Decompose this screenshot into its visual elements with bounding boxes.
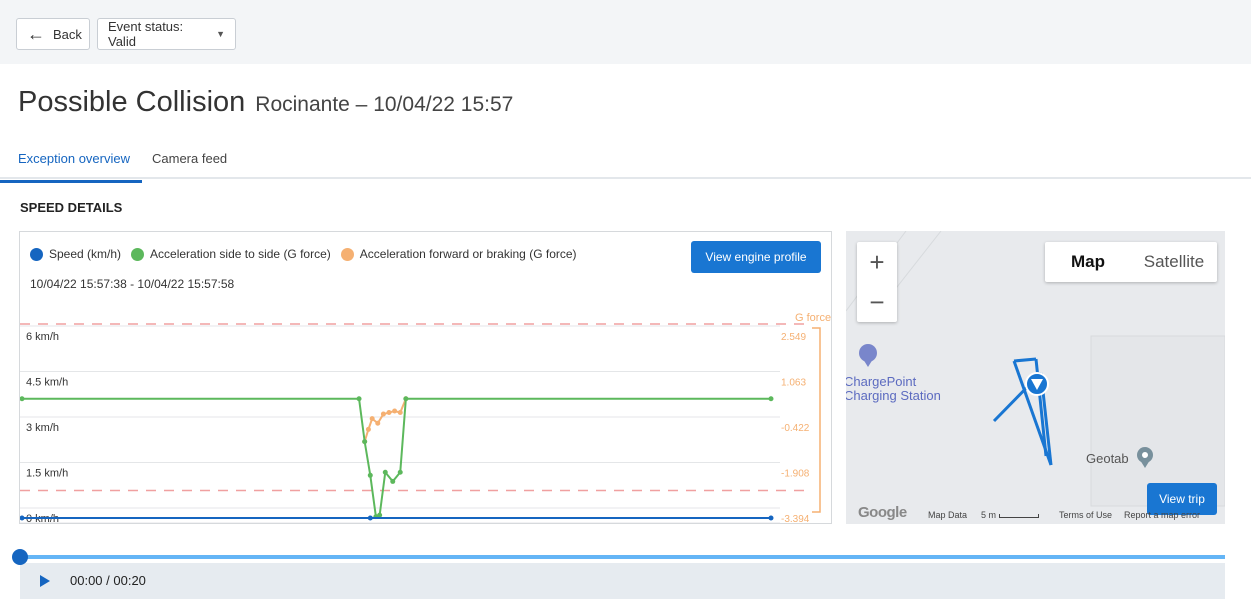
map-scale-bar	[998, 513, 1039, 518]
map-type-control: Map Satellite	[1045, 242, 1217, 282]
page-title-text: Possible Collision	[18, 86, 246, 118]
event-status-label: Event status: Valid	[108, 19, 184, 49]
y-left-tick-label: 3 km/h	[26, 422, 59, 434]
map-type-satellite-button[interactable]: Satellite	[1131, 242, 1217, 282]
terms-link[interactable]: Terms of Use	[1059, 510, 1112, 520]
speed-chart-panel: 6 km/h 2.549 4.5 km/h 1.063 3 km/h -0.422 1.5 …	[19, 231, 832, 524]
side-series-point	[397, 469, 403, 475]
legend-label-forward: Acceleration forward or braking (G force…	[359, 247, 577, 261]
view-engine-profile-button[interactable]: View engine profile	[691, 241, 821, 273]
legend-dot-side	[131, 247, 145, 261]
side-series-point	[20, 396, 25, 402]
report-map-error-link[interactable]: Report a map error	[1124, 510, 1200, 520]
zoom-out-button[interactable]: −	[857, 282, 897, 322]
speed-series-point	[367, 515, 373, 521]
seek-handle[interactable]	[12, 549, 28, 565]
zoom-in-button[interactable]: +	[857, 242, 897, 282]
zoom-control: + −	[857, 242, 897, 322]
side-series-point	[768, 396, 774, 402]
caret-down-icon: ▼	[216, 29, 225, 39]
tab-bar: Exception overview Camera feed	[0, 147, 1251, 183]
side-series-point	[382, 469, 388, 475]
speed-series-point	[768, 515, 774, 521]
chart-legend: Speed (km/h) Acceleration side to side (…	[30, 247, 587, 261]
side-series-line	[22, 397, 771, 519]
poi-chargepoint-label[interactable]: ChargePoint Charging Station	[846, 375, 941, 403]
poi-chargepoint-line1: ChargePoint	[846, 374, 917, 389]
forward-series-point	[375, 420, 381, 426]
map-scale: 5 m	[981, 510, 1039, 520]
play-icon[interactable]	[40, 575, 50, 587]
map-type-map-button[interactable]: Map	[1045, 242, 1131, 282]
chart-time-range: 10/04/22 15:57:38 - 10/04/22 15:57:58	[30, 277, 235, 291]
poi-chargepoint-line2: Charging Station	[846, 388, 941, 403]
legend-item-forward[interactable]: Acceleration forward or braking (G force…	[340, 247, 577, 261]
speed-series-point	[20, 515, 25, 521]
legend-item-speed[interactable]: Speed (km/h)	[30, 247, 121, 261]
forward-series-point	[365, 426, 371, 432]
map-building	[1090, 335, 1225, 507]
legend-dot-speed	[30, 247, 43, 261]
y-right-tick-label: -0.422	[781, 423, 810, 434]
y-right-tick-label: 1.063	[781, 378, 806, 389]
page-subtitle: Rocinante – 10/04/22 15:57	[255, 93, 514, 116]
speed-chart: 6 km/h 2.549 4.5 km/h 1.063 3 km/h -0.422 1.5 …	[20, 312, 831, 523]
geotab-pin-center	[1142, 452, 1148, 458]
forward-series-point	[386, 410, 392, 416]
arrow-left-icon: ←	[27, 24, 45, 44]
y-left-tick-label: 1.5 km/h	[26, 468, 68, 480]
back-button[interactable]: ← Back	[16, 18, 90, 50]
y-left-tick-label: 6 km/h	[26, 331, 59, 343]
tab-exception-overview[interactable]: Exception overview	[0, 151, 142, 183]
seek-track[interactable]	[20, 555, 1225, 559]
player-control-bar: 00:00 / 00:20	[20, 563, 1225, 599]
tab-camera-feed[interactable]: Camera feed	[152, 151, 227, 179]
trip-path	[1013, 357, 1037, 363]
y-right-tick-label: -1.908	[781, 469, 810, 480]
forward-series-point	[369, 416, 375, 422]
poi-geotab-label[interactable]: Geotab	[1086, 451, 1129, 466]
y-right-axis-bracket	[812, 327, 821, 513]
y-right-tick-label: 2.549	[781, 332, 806, 343]
side-series-point	[362, 439, 368, 445]
forward-series-point	[380, 411, 386, 417]
player-time: 00:00 / 00:20	[70, 573, 146, 588]
google-logo: Google	[858, 504, 907, 521]
side-series-point	[390, 478, 396, 484]
forward-series-point	[397, 410, 403, 416]
y-right-axis-label: G force	[795, 312, 831, 324]
forward-series-point	[392, 408, 398, 414]
side-series-point	[403, 396, 409, 402]
side-series-point	[356, 396, 362, 402]
side-series-point	[377, 512, 383, 518]
video-player: 00:00 / 00:20	[10, 548, 1225, 599]
legend-item-side[interactable]: Acceleration side to side (G force)	[131, 247, 331, 261]
legend-label-speed: Speed (km/h)	[49, 247, 122, 261]
legend-label-side: Acceleration side to side (G force)	[150, 247, 331, 261]
map-panel[interactable]: + − Map Satellite ChargePoint Charging S…	[846, 231, 1225, 524]
charging-station-pin-tail	[863, 359, 873, 367]
back-label: Back	[53, 26, 82, 42]
map-footer: Google Map Data 5 m Terms of Use Report …	[846, 504, 1225, 524]
side-series-point	[367, 472, 373, 478]
section-title: SPEED DETAILS	[20, 200, 123, 215]
map-data-link[interactable]: Map Data	[928, 510, 967, 520]
y-left-tick-label: 4.5 km/h	[26, 377, 68, 389]
top-toolbar: ← Back Event status: Valid ▼	[0, 0, 1251, 64]
map-scale-label: 5 m	[981, 510, 997, 520]
page-title: Possible Collision Rocinante – 10/04/22 1…	[18, 86, 513, 119]
legend-dot-forward	[340, 247, 354, 261]
y-right-tick-label: -3.394	[781, 514, 810, 523]
event-status-dropdown[interactable]: Event status: Valid ▼	[97, 18, 236, 50]
